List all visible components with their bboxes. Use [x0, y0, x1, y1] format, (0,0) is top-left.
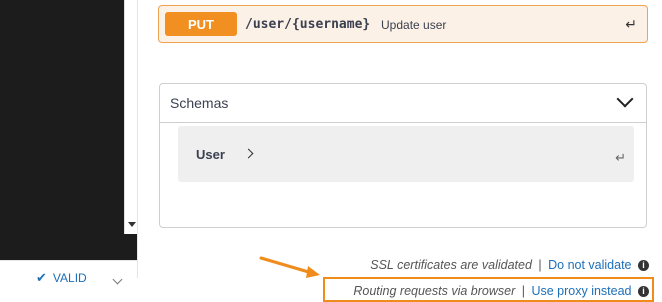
info-icon[interactable]: i: [638, 286, 649, 297]
method-badge: PUT: [165, 12, 237, 36]
schemas-title: Schemas: [170, 95, 229, 111]
panel-divider[interactable]: [137, 0, 138, 278]
operation-path: /user/{username}: [245, 17, 371, 32]
separator: |: [521, 284, 525, 298]
editor-panel: [0, 0, 137, 260]
valid-indicator[interactable]: ✔ VALID: [36, 270, 87, 286]
annotation-arrow: [259, 256, 320, 278]
valid-label: VALID: [52, 271, 87, 285]
return-icon: ↵: [625, 16, 637, 32]
routing-status-line: Routing requests via browser | Use proxy…: [353, 284, 649, 298]
check-icon: ✔: [36, 270, 47, 285]
scroll-down-arrow-icon[interactable]: [128, 222, 136, 227]
model-name: User: [196, 147, 225, 162]
separator: |: [538, 258, 542, 272]
use-proxy-link[interactable]: Use proxy instead: [531, 284, 631, 298]
ssl-status-line: SSL certificates are validated | Do not …: [370, 258, 649, 272]
routing-status-text: Routing requests via browser: [353, 284, 516, 298]
editor-scrollbar[interactable]: [124, 0, 138, 234]
do-not-validate-link[interactable]: Do not validate: [548, 258, 631, 272]
info-icon[interactable]: i: [638, 260, 649, 271]
operation-summary: Update user: [381, 18, 447, 32]
ssl-status-text: SSL certificates are validated: [370, 258, 532, 272]
model-user[interactable]: User ↵: [178, 126, 634, 182]
chevron-right-icon[interactable]: [243, 148, 254, 159]
return-icon: ↵: [615, 150, 626, 165]
schemas-header[interactable]: Schemas: [160, 84, 646, 123]
operation-put-user[interactable]: PUT /user/{username} Update user ↵: [158, 5, 648, 43]
schemas-section: Schemas User ↵: [159, 83, 647, 228]
chevron-down-icon[interactable]: [616, 90, 634, 108]
